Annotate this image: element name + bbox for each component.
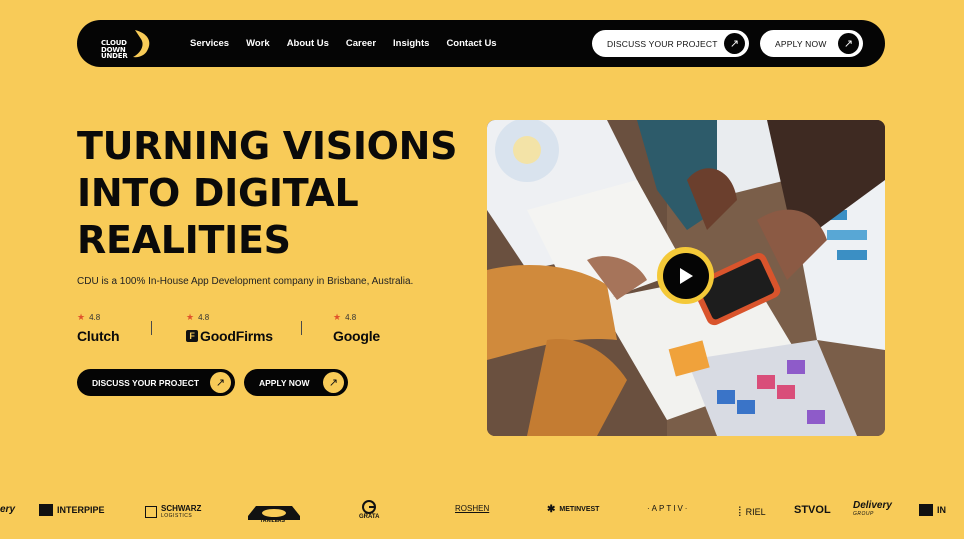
play-icon [679, 267, 693, 284]
flame-logo-icon [133, 30, 150, 58]
star-icon: ★ [333, 312, 342, 322]
client-logo-aptiv: ·APTIV· [647, 504, 690, 513]
client-logo-delivery: Delivery GROUP [853, 500, 892, 517]
rating-divider [301, 321, 302, 335]
client-logo-metinvest: ✱ METINVEST [547, 504, 600, 515]
client-logo-interpipe-cut: IN [919, 504, 946, 516]
rating-clutch[interactable]: ★ 4.8 Clutch [77, 312, 120, 344]
star-icon: ★ [77, 312, 86, 322]
metinvest-icon: ✱ [547, 504, 556, 515]
rating-divider [151, 321, 152, 335]
clutch-logo: Clutch [77, 328, 120, 344]
nav-apply-now-button[interactable]: APPLY NOW ↗ [760, 30, 863, 57]
rating-google[interactable]: ★ 4.8 Google [333, 312, 380, 344]
client-logo-grata: GRATA [359, 500, 379, 520]
client-logos-strip: ery INTERPIPE SCHWARZ LOGISTICS TRAILERS … [0, 496, 964, 536]
interpipe-icon [39, 504, 53, 516]
client-logo-riel: ⁞ RIEL [738, 504, 766, 519]
hero-video-thumbnail[interactable] [487, 120, 885, 436]
nav-link-about-us[interactable]: About Us [287, 38, 329, 49]
nav-link-services[interactable]: Services [190, 38, 229, 49]
goodfirms-icon: F [186, 330, 198, 342]
arrow-up-right-icon: ↗ [838, 33, 859, 54]
client-logo-delivery-cut: ery [0, 504, 16, 515]
hero-headline: TURNING VISIONS INTO DIGITAL REALITIES [77, 124, 458, 262]
hero-discuss-project-button[interactable]: DISCUSS YOUR PROJECT ↗ [77, 369, 235, 396]
riel-icon: ⁞ [738, 504, 742, 519]
client-logo-roshen: ROSHEN [455, 504, 490, 513]
arrow-up-right-icon: ↗ [323, 372, 344, 393]
grata-icon [362, 500, 377, 514]
client-logo-schwarz: SCHWARZ LOGISTICS [145, 504, 201, 519]
arrow-up-right-icon: ↗ [210, 372, 231, 393]
interpipe-icon [919, 504, 933, 516]
goodfirms-logo: F GoodFirms [186, 328, 273, 344]
hero-subtitle: CDU is a 100% In-House App Development c… [77, 276, 414, 287]
arrow-up-right-icon: ↗ [724, 33, 745, 54]
nav-discuss-project-button[interactable]: DISCUSS YOUR PROJECT ↗ [592, 30, 749, 57]
google-logo: Google [333, 328, 381, 344]
client-logo-stvol: STVOL [794, 504, 831, 516]
nav-links: Services Work About Us Career Insights C… [190, 20, 514, 67]
nav-link-insights[interactable]: Insights [393, 38, 429, 49]
play-video-button[interactable] [657, 247, 714, 304]
rating-goodfirms[interactable]: ★ 4.8 F GoodFirms [186, 312, 273, 344]
cloud-down-under-logo[interactable]: CLOUD DOWN UNDER [101, 29, 161, 59]
hero-apply-now-button[interactable]: APPLY NOW ↗ [244, 369, 348, 396]
client-logo-interpipe: INTERPIPE [39, 504, 105, 516]
nav-link-work[interactable]: Work [246, 38, 270, 49]
top-navbar: CLOUD DOWN UNDER Services Work About Us … [77, 20, 885, 67]
schwarz-icon [145, 505, 157, 518]
client-logo-trailers: TRAILERS [246, 500, 302, 524]
nav-link-career[interactable]: Career [346, 38, 376, 49]
star-icon: ★ [186, 312, 195, 322]
nav-link-contact-us[interactable]: Contact Us [446, 38, 496, 49]
